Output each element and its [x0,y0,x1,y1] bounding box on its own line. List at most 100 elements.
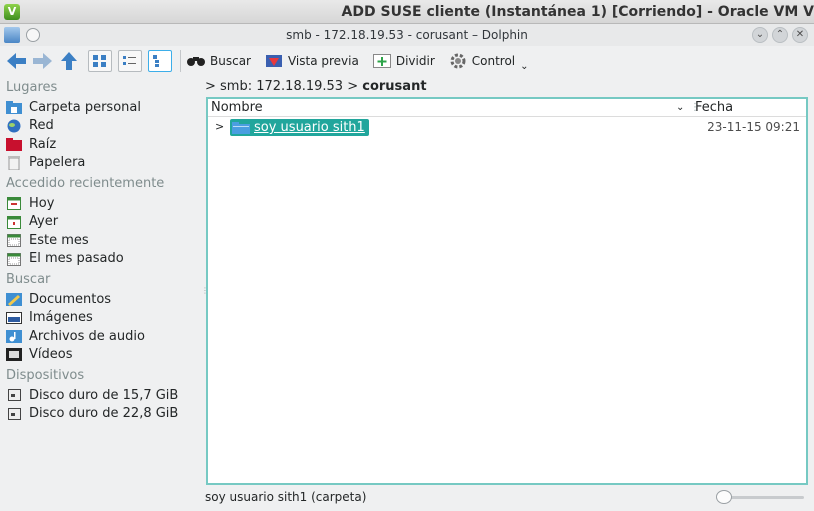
sidebar-item-label: Este mes [29,232,89,248]
folder-icon [232,121,250,134]
devices-section-header: Dispositivos [6,368,85,383]
window-titlebar: smb - 172.18.19.53 - corusant – Dolphin … [0,24,814,46]
sidebar-item-videos[interactable]: Vídeos [6,346,200,365]
sidebar-item-label: Disco duro de 22,8 GiB [29,406,179,422]
home-folder-icon [6,100,22,114]
virtualbox-icon: V [4,3,20,20]
breadcrumb-item-current[interactable]: corusant [362,79,426,94]
calendar-month-icon [6,233,22,248]
file-name: soy usuario sith1 [254,120,365,135]
hard-disk-icon [6,407,22,421]
sidebar-item-label: Red [29,118,54,134]
calendar-month-icon [6,252,22,266]
sidebar-item-disk-1[interactable]: Disco duro de 15,7 GiB [6,386,200,405]
details-view-button[interactable] [148,50,172,72]
zoom-slider-track [722,496,804,499]
column-header: Nombre ⌄ ⋮ Fecha [208,99,806,117]
sidebar-item-label: Archivos de audio [29,328,145,344]
forward-button[interactable] [30,49,56,73]
up-button[interactable] [56,49,82,73]
sidebar-item-home[interactable]: Carpeta personal [6,98,200,117]
compact-view-icon [123,56,136,65]
breadcrumb-separator: > [343,78,363,94]
documents-icon [6,292,22,306]
sidebar-item-label: Papelera [29,155,86,171]
calendar-yesterday-icon [6,215,22,229]
back-arrow-icon [7,53,26,69]
sidebar-item-trash[interactable]: Papelera [6,154,200,173]
up-arrow-icon [61,52,77,70]
breadcrumb: > smb: 172.18.19.53 > corusant [205,77,427,95]
sidebar-item-documents[interactable]: Documentos [6,290,200,309]
audio-files-icon [6,329,22,343]
root-folder-icon [6,137,22,151]
toolbar-separator [180,50,181,72]
sidebar-item-disk-2[interactable]: Disco duro de 22,8 GiB [6,405,200,424]
close-button[interactable]: ✕ [792,27,808,43]
sidebar-item-label: El mes pasado [29,251,124,267]
sidebar-item-label: Disco duro de 15,7 GiB [29,387,179,403]
preview-button[interactable]: Vista previa [265,49,359,73]
gear-icon [449,53,467,69]
main-toolbar: Buscar Vista previa Dividir Control ⌄ [0,46,814,76]
sidebar-item-yesterday[interactable]: Ayer [6,213,200,232]
vbox-title-bar: V ADD SUSE cliente (Instantánea 1) [Corr… [0,0,814,24]
vbox-window-title: ADD SUSE cliente (Instantánea 1) [Corrie… [341,4,814,20]
sort-chevron-icon: ⌄ [676,102,685,113]
split-button[interactable]: Dividir [372,49,435,73]
zoom-slider-handle[interactable] [716,490,732,504]
recent-section-header: Accedido recientemente [6,176,165,191]
globe-icon [6,119,22,133]
back-button[interactable] [4,49,30,73]
trash-icon [6,155,22,170]
column-name-header[interactable]: Nombre [211,100,263,115]
split-button-label: Dividir [395,54,435,68]
sidebar-item-network[interactable]: Red [6,117,200,136]
sidebar-item-images[interactable]: Imágenes [6,309,200,328]
sidebar-item-today[interactable]: Hoy [6,194,200,213]
status-bar-text: soy usuario sith1 (carpeta) [205,490,367,504]
sidebar-item-last-month[interactable]: El mes pasado [6,250,200,269]
sidebar-item-this-month[interactable]: Este mes [6,231,200,250]
search-button-label: Buscar [210,54,251,68]
search-section-header: Buscar [6,272,51,287]
places-section-header: Lugares [6,80,58,95]
images-icon [6,311,22,325]
sidebar-item-label: Carpeta personal [29,99,141,115]
sidebar-item-label: Vídeos [29,347,73,363]
control-menu-button[interactable]: Control ⌄ [449,49,529,73]
chevron-down-icon: ⌄ [520,60,529,72]
details-view-icon [153,55,159,67]
sidebar-item-label: Ayer [29,214,59,230]
breadcrumb-item-root[interactable]: smb: 172.18.19.53 [220,79,343,94]
preview-icon [265,53,283,69]
binoculars-icon [187,53,205,69]
expand-arrow-icon[interactable]: > [215,120,224,133]
column-date-header[interactable]: Fecha [695,100,733,115]
table-row[interactable]: > soy usuario sith1 23-11-15 09:21 [208,119,806,137]
minimize-button[interactable]: ⌄ [752,27,768,43]
calendar-today-icon [6,196,22,211]
preview-button-label: Vista previa [287,54,359,68]
compact-view-button[interactable] [118,50,142,72]
icons-view-button[interactable] [88,50,112,72]
control-button-label: Control [471,54,516,68]
sidebar-item-audio[interactable]: Archivos de audio [6,327,200,346]
file-view[interactable]: Nombre ⌄ ⋮ Fecha > soy usuario sith1 23-… [206,97,808,485]
hard-disk-icon [6,388,22,402]
maximize-button[interactable]: ⌃ [772,27,788,43]
sidebar-item-root[interactable]: Raíz [6,135,200,154]
sidebar-item-label: Imágenes [29,310,93,326]
forward-arrow-icon [33,53,52,69]
film-icon [6,348,22,362]
search-button[interactable]: Buscar [187,49,251,73]
split-view-icon [372,53,391,69]
sidebar-item-label: Documentos [29,291,112,307]
zoom-slider[interactable] [716,490,806,504]
sidebar-item-label: Raíz [29,136,57,152]
breadcrumb-separator: > [205,78,221,94]
places-panel: Lugares Carpeta personal Red Raíz Papele… [0,76,200,511]
window-title: smb - 172.18.19.53 - corusant – Dolphin [286,28,528,42]
file-date: 23-11-15 09:21 [707,120,800,134]
file-name-cell[interactable]: soy usuario sith1 [230,119,369,136]
